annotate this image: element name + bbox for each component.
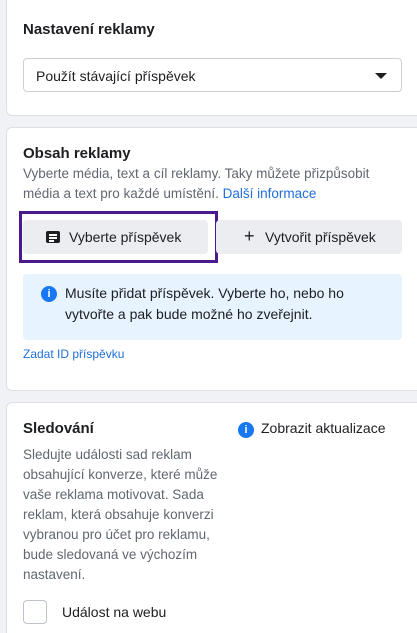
enter-post-id-link[interactable]: Zadat ID příspěvku [23,347,124,361]
info-icon: i [41,286,57,302]
ad-content-description: Vyberte média, text a cíl reklamy. Taky … [23,164,408,204]
tracking-heading: Sledování [23,420,94,437]
info-icon: i [238,422,254,438]
more-info-link[interactable]: Další informace [223,186,317,201]
ad-settings-card: Nastavení reklamy Použít stávající přísp… [6,0,417,116]
web-event-label: Událost na webu [62,604,167,620]
post-source-select[interactable]: Použít stávající příspěvek [23,58,402,92]
ad-content-description-text: Vyberte média, text a cíl reklamy. Taky … [23,166,370,201]
show-updates-link[interactable]: Zobrazit aktualizace [261,420,386,436]
ad-content-card: Obsah reklamy Vyberte média, text a cíl … [6,127,417,391]
caret-down-icon [375,73,387,79]
plus-icon: + [244,226,255,246]
ad-content-heading: Obsah reklamy [23,145,131,162]
create-post-label: Vytvořit příspěvek [265,229,376,245]
info-message-box: i Musíte přidat příspěvek. Vyberte ho, n… [23,274,402,340]
info-message-text: Musíte přidat příspěvek. Vyberte ho, neb… [65,285,344,322]
post-source-select-value: Použít stávající příspěvek [36,68,196,84]
selection-highlight [19,211,218,263]
ad-settings-heading: Nastavení reklamy [23,21,155,38]
web-event-checkbox[interactable] [23,600,47,624]
tracking-description: Sledujte události sad reklam obsahující … [23,447,218,582]
create-post-button[interactable]: + Vytvořit příspěvek [216,220,402,254]
tracking-card: Sledování Sledujte události sad reklam o… [6,402,417,633]
